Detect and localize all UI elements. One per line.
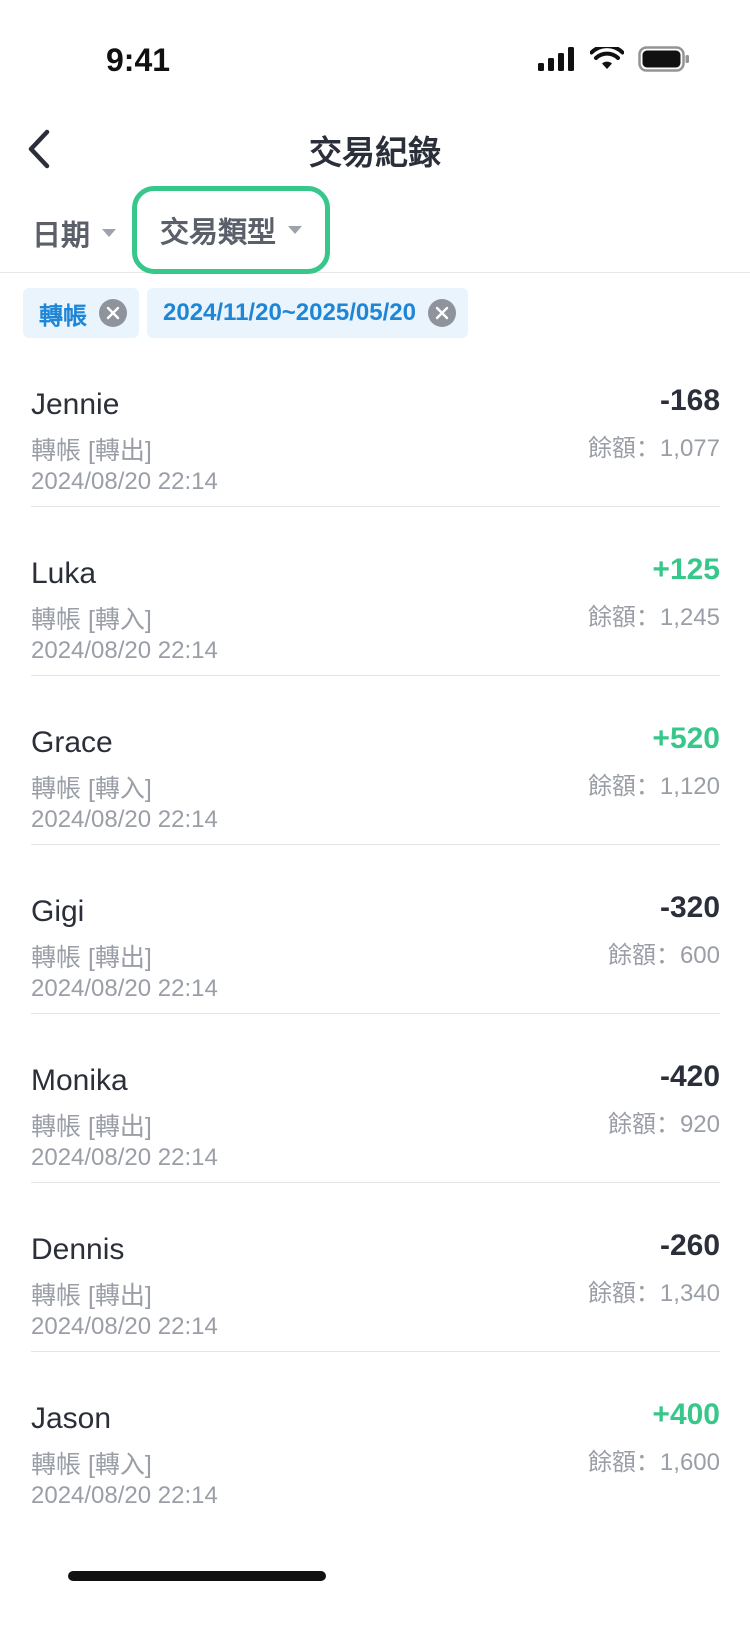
date-filter-label: 日期 <box>32 220 91 252</box>
home-indicator <box>68 1571 326 1581</box>
status-time: 9:41 <box>106 42 171 78</box>
transaction-type-filter-label: 交易類型 <box>159 217 276 249</box>
status-bar: 9:41 <box>0 0 750 110</box>
transaction-type: 轉帳 [轉入] <box>31 606 152 634</box>
transaction-name: Jason <box>31 1402 112 1435</box>
transaction-balance: 餘額：1,120 <box>587 773 720 800</box>
transaction-time: 2024/08/20 22:14 <box>31 806 218 833</box>
transaction-type: 轉帳 [轉入] <box>31 775 152 803</box>
remove-filter-icon[interactable] <box>99 299 127 327</box>
transaction-amount: -260 <box>659 1229 720 1262</box>
transaction-amount: -168 <box>659 384 720 417</box>
cellular-signal-icon <box>538 47 574 71</box>
battery-icon <box>638 46 689 72</box>
filter-bar: 日期 交易類型 <box>0 186 750 274</box>
filter-chip-date-range: 2024/11/20~2025/05/20 <box>147 288 468 338</box>
transaction-time: 2024/08/20 22:14 <box>31 1313 218 1340</box>
transaction-name: Luka <box>31 557 97 590</box>
transaction-type-filter-dropdown[interactable]: 交易類型 <box>132 186 330 274</box>
transaction-name: Grace <box>31 726 113 759</box>
transaction-type: 轉帳 [轉出] <box>31 1282 152 1310</box>
transaction-row[interactable]: Gigi 轉帳 [轉出] 2024/08/20 22:14 -320 餘額：60… <box>31 845 720 1014</box>
caret-down-icon <box>102 229 117 237</box>
transaction-row[interactable]: Jason 轉帳 [轉入] 2024/08/20 22:14 +400 餘額：1… <box>31 1352 720 1521</box>
active-filter-chips: 轉帳 2024/11/20~2025/05/20 <box>23 288 468 338</box>
transaction-amount: -320 <box>659 891 720 924</box>
transaction-time: 2024/08/20 22:14 <box>31 468 218 495</box>
transaction-row[interactable]: Dennis 轉帳 [轉出] 2024/08/20 22:14 -260 餘額：… <box>31 1183 720 1352</box>
transaction-time: 2024/08/20 22:14 <box>31 975 218 1002</box>
transaction-time: 2024/08/20 22:14 <box>31 1144 218 1171</box>
transaction-row[interactable]: Luka 轉帳 [轉入] 2024/08/20 22:14 +125 餘額：1,… <box>31 507 720 676</box>
transaction-row[interactable]: Monika 轉帳 [轉出] 2024/08/20 22:14 -420 餘額：… <box>31 1014 720 1183</box>
transaction-balance: 餘額：1,340 <box>587 1280 720 1307</box>
transaction-type: 轉帳 [轉入] <box>31 1451 152 1479</box>
transaction-amount: +520 <box>652 722 720 755</box>
transaction-balance: 餘額：1,245 <box>587 604 720 631</box>
wifi-icon <box>590 47 624 69</box>
transaction-name: Monika <box>31 1064 128 1097</box>
filter-chip-label: 轉帳 <box>39 302 87 330</box>
transaction-time: 2024/08/20 22:14 <box>31 637 218 664</box>
transaction-balance: 餘額：600 <box>607 942 720 969</box>
transaction-type: 轉帳 [轉出] <box>31 437 152 465</box>
nav-bar: 交易紀錄 <box>0 110 750 190</box>
transaction-name: Gigi <box>31 895 85 928</box>
transaction-row[interactable]: Jennie 轉帳 [轉出] 2024/08/20 22:14 -168 餘額：… <box>31 338 720 507</box>
transaction-balance: 餘額：1,077 <box>587 435 720 462</box>
transaction-amount: -420 <box>659 1060 720 1093</box>
filter-chip-type: 轉帳 <box>23 288 139 338</box>
transaction-type: 轉帳 [轉出] <box>31 944 152 972</box>
transaction-row[interactable]: Grace 轉帳 [轉入] 2024/08/20 22:14 +520 餘額：1… <box>31 676 720 845</box>
date-filter-dropdown[interactable]: 日期 <box>32 212 117 254</box>
transaction-type: 轉帳 [轉出] <box>31 1113 152 1141</box>
filter-chip-label: 2024/11/20~2025/05/20 <box>163 299 416 326</box>
transaction-balance: 餘額：1,600 <box>587 1449 720 1476</box>
caret-down-icon <box>288 226 302 234</box>
transaction-list: Jennie 轉帳 [轉出] 2024/08/20 22:14 -168 餘額：… <box>31 338 720 1521</box>
transaction-name: Jennie <box>31 388 120 421</box>
transaction-amount: +125 <box>652 553 720 586</box>
transaction-balance: 餘額：920 <box>607 1111 720 1138</box>
transaction-name: Dennis <box>31 1233 125 1266</box>
transaction-amount: +400 <box>652 1398 720 1431</box>
remove-filter-icon[interactable] <box>427 299 456 327</box>
page-title: 交易紀錄 <box>309 134 441 171</box>
transaction-time: 2024/08/20 22:14 <box>31 1482 218 1509</box>
transaction-history-screen: 9:41 交易紀錄 日期 交易類型 轉帳 2024/11/20~2025/05/… <box>0 0 750 1626</box>
status-icons <box>538 46 690 72</box>
